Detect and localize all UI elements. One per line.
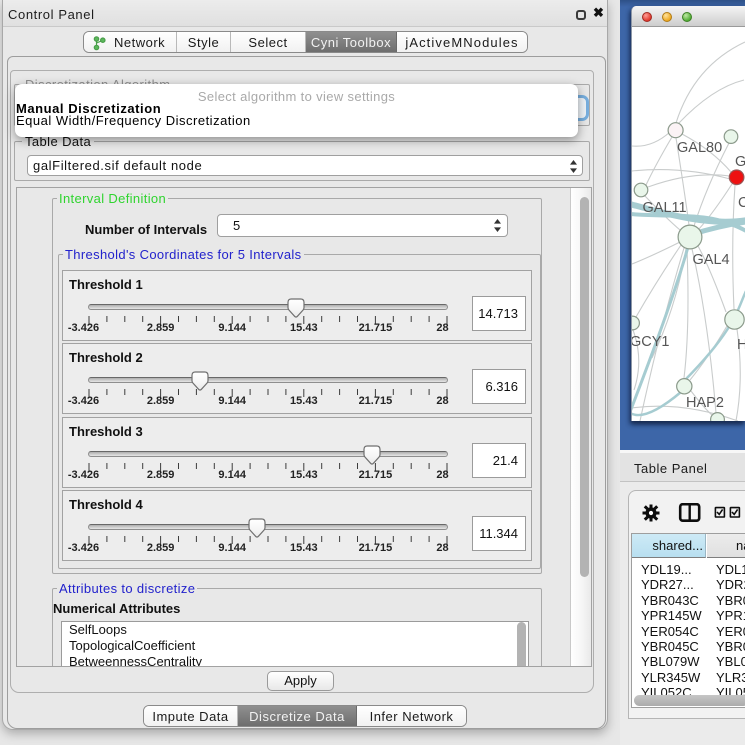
svg-text:GCY1: GCY1 bbox=[632, 334, 670, 350]
svg-text:GAL11: GAL11 bbox=[643, 200, 687, 216]
svg-text:HAP2: HAP2 bbox=[686, 395, 724, 411]
svg-text:GAL: GAL bbox=[735, 154, 745, 170]
svg-text:H: H bbox=[737, 337, 745, 353]
svg-text:GAL4: GAL4 bbox=[693, 252, 730, 268]
svg-text:GAL80: GAL80 bbox=[677, 140, 722, 156]
svg-text:C: C bbox=[738, 195, 745, 211]
